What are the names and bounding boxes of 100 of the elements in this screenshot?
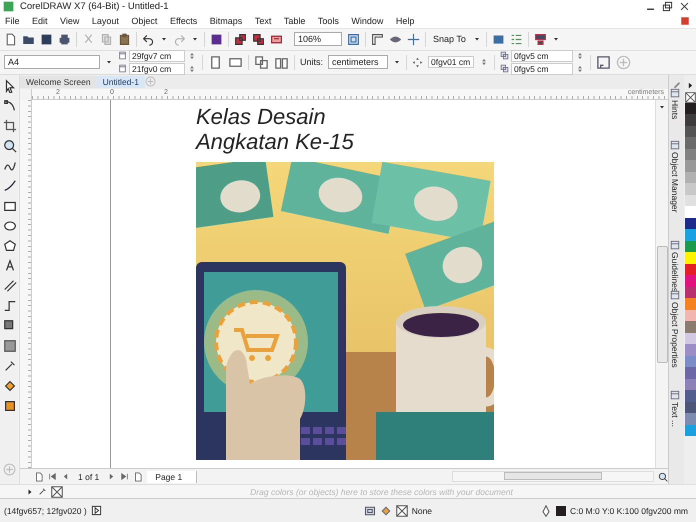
duplicate-x-field[interactable]: 0fgv5 cm [511, 50, 574, 62]
color-swatch[interactable] [684, 114, 696, 126]
zoom-dropdown[interactable]: 106% [294, 32, 342, 46]
spinner-icon[interactable] [187, 64, 197, 74]
close-icon[interactable] [679, 1, 690, 12]
color-swatch[interactable] [684, 310, 696, 322]
menu-item[interactable]: Layout [92, 16, 119, 26]
units-dropdown[interactable]: centimeters [328, 55, 388, 70]
scrollbar-thumb[interactable] [504, 472, 602, 480]
color-swatch[interactable] [684, 194, 696, 206]
spinner-icon[interactable] [187, 50, 197, 61]
color-swatch[interactable] [684, 264, 696, 276]
undo-icon[interactable] [142, 32, 155, 46]
height-field[interactable]: 21fgv0 cm [129, 62, 185, 75]
shape-edit-icon[interactable] [2, 98, 16, 113]
color-swatch[interactable] [684, 275, 696, 287]
help-icon[interactable] [680, 16, 690, 26]
restore-icon[interactable] [662, 1, 673, 12]
add-page-icon[interactable] [133, 472, 144, 482]
docker-tab[interactable]: Text ... [670, 402, 680, 427]
menu-item[interactable]: Bitmaps [210, 16, 242, 26]
rulers-icon[interactable] [371, 32, 384, 46]
menu-item[interactable]: Effects [170, 16, 198, 26]
menu-item[interactable]: Window [351, 16, 384, 26]
menu-item[interactable]: Text [254, 16, 272, 26]
color-swatch[interactable] [684, 218, 696, 230]
import-icon[interactable] [234, 32, 247, 46]
zoom-icon[interactable] [658, 472, 668, 482]
color-swatch[interactable] [684, 172, 696, 184]
frame-icon[interactable] [596, 54, 612, 70]
play-icon[interactable] [90, 505, 102, 516]
menu-item[interactable]: Tools [318, 16, 339, 26]
color-swatch[interactable] [684, 424, 696, 436]
printer-icon[interactable] [58, 32, 71, 46]
panel-icon[interactable] [670, 140, 680, 150]
color-swatch[interactable] [684, 102, 696, 114]
color-swatch[interactable] [684, 367, 696, 379]
page-tab[interactable]: Page 1 [147, 470, 198, 483]
document-tab[interactable]: Welcome Screen [20, 76, 97, 88]
nudge-field[interactable]: 0fgv01 cm [428, 56, 474, 68]
docker-tab[interactable]: Hints [670, 100, 680, 120]
panel-icon[interactable] [670, 290, 680, 300]
duplicate-y-field[interactable]: 0fgv5 cm [511, 62, 574, 75]
menu-item[interactable]: Object [131, 16, 158, 26]
menu-item[interactable]: File [5, 16, 20, 26]
monitor-icon[interactable] [534, 32, 547, 46]
color-swatch[interactable] [684, 298, 696, 310]
width-field[interactable]: 29fgv7 cm [129, 50, 185, 62]
portrait-icon[interactable] [208, 54, 223, 70]
brush-stroke-icon[interactable] [2, 178, 16, 193]
color-swatch[interactable] [684, 286, 696, 298]
parallel-lines-icon[interactable] [2, 278, 16, 293]
docker-tab[interactable]: Object Manager [670, 152, 680, 212]
connector-icon[interactable] [2, 298, 16, 313]
checklist-icon[interactable] [510, 32, 523, 46]
color-swatch[interactable] [684, 378, 696, 390]
export-icon[interactable] [252, 32, 265, 46]
eyedropper-icon[interactable] [2, 358, 16, 373]
color-swatch[interactable] [684, 206, 696, 218]
color-swatch[interactable] [684, 356, 696, 368]
all-pages-icon[interactable] [254, 54, 269, 70]
guidelines-icon[interactable] [407, 32, 420, 46]
zoom-icon[interactable] [2, 138, 16, 153]
panel-icon[interactable] [670, 240, 680, 250]
new-document-icon[interactable] [4, 32, 17, 46]
publish-icon[interactable] [270, 32, 283, 46]
arrow-icon[interactable] [26, 488, 34, 496]
color-swatch[interactable] [684, 126, 696, 138]
scrollbar-thumb[interactable] [656, 246, 668, 363]
document-tab[interactable]: Untitled-1 [96, 76, 145, 88]
page-size-dropdown[interactable]: A4 [4, 55, 100, 70]
menu-item[interactable]: View [60, 16, 80, 26]
polygon-icon[interactable] [2, 238, 16, 253]
color-swatch[interactable] [684, 332, 696, 344]
color-swatch[interactable] [684, 148, 696, 160]
full-screen-icon[interactable] [347, 32, 360, 46]
horizontal-scrollbar[interactable] [452, 471, 654, 482]
menu-item[interactable]: Edit [32, 16, 48, 26]
color-swatch[interactable] [684, 160, 696, 172]
fill-icon[interactable] [2, 378, 16, 393]
color-swatch[interactable] [684, 183, 696, 195]
docker-tab[interactable]: Guidelines [670, 252, 680, 292]
menu-item[interactable]: Table [284, 16, 306, 26]
panel-icon[interactable] [670, 88, 680, 98]
color-swatch[interactable] [684, 137, 696, 149]
color-swatch[interactable] [684, 402, 696, 414]
menu-item[interactable]: Help [396, 16, 414, 26]
crop-icon[interactable] [2, 118, 16, 133]
add-page-icon[interactable] [34, 472, 44, 482]
color-swatch[interactable] [684, 252, 696, 264]
panel-icon[interactable] [670, 390, 680, 400]
color-swatch[interactable] [684, 229, 696, 241]
eyedropper-icon[interactable] [38, 487, 47, 496]
color-swatch[interactable] [684, 390, 696, 402]
last-page-icon[interactable] [120, 472, 130, 482]
previous-page-icon[interactable] [61, 472, 70, 482]
no-color-swatch-icon[interactable] [684, 92, 696, 103]
vertical-scrollbar[interactable] [655, 100, 668, 468]
color-swatch[interactable] [684, 413, 696, 425]
color-swatch[interactable] [684, 240, 696, 252]
